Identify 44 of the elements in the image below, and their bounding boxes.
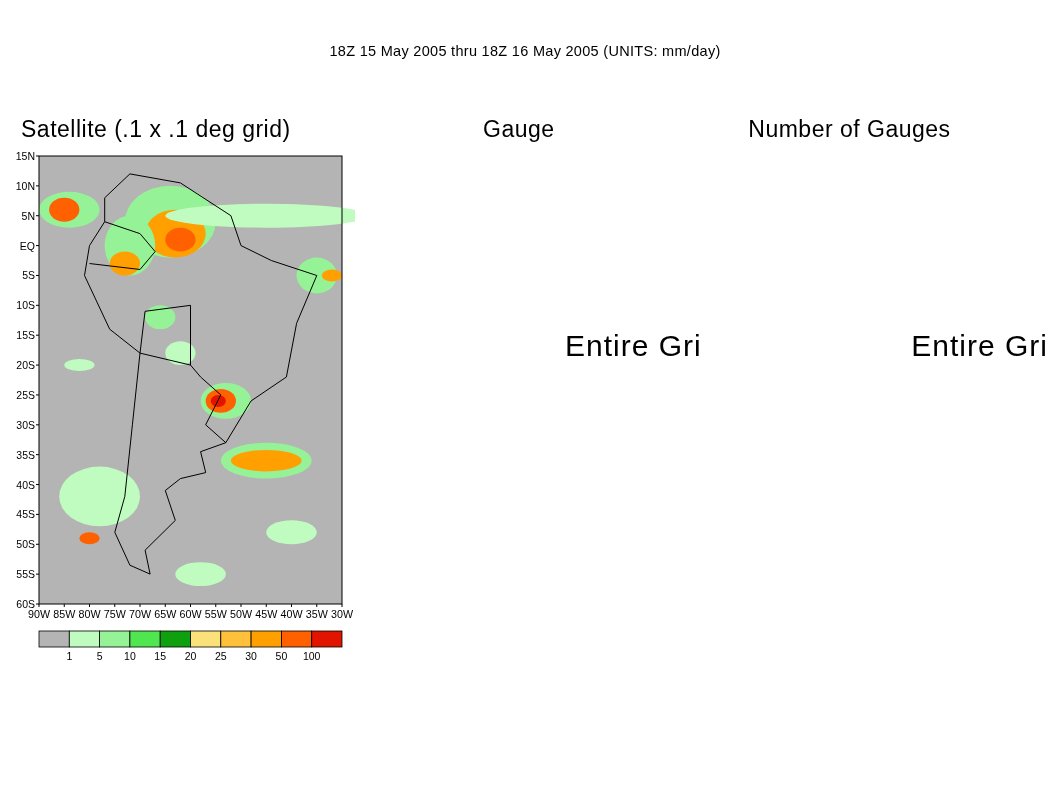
axis-label: 70W (129, 609, 150, 620)
axis-label: 20S (16, 359, 35, 372)
panel-title: Satellite (.1 x .1 deg grid) (20, 115, 292, 144)
axis-label: 10S (16, 299, 35, 312)
axis-label: 30S (16, 418, 35, 431)
axis-label: 55S (16, 568, 35, 581)
axis-label: 60W (179, 609, 201, 620)
panel-title: Gauge (483, 115, 555, 144)
axis-label: 60S (16, 598, 35, 610)
plot-title: 18Z 15 May 2005 thru 18Z 16 May 2005 (UNITS: mm/day) (329, 43, 721, 59)
axis-label: 5N (21, 209, 35, 222)
axis-label: 10N (15, 179, 35, 192)
axis-label: 5S (22, 269, 35, 282)
axis-label: 35S (16, 448, 35, 461)
axis-label: 30W (331, 609, 352, 620)
legend-label: 100 (302, 650, 321, 662)
axis-label: 40W (280, 609, 302, 620)
no-data-message: Entire Gri (565, 329, 702, 363)
legend-label: 50 (275, 650, 288, 662)
legend-label: 25 (214, 650, 227, 662)
legend-label: 5 (96, 650, 103, 662)
legend-label: 10 (124, 650, 136, 662)
axis-label: 45W (255, 609, 276, 620)
axis-label: 75W (103, 609, 125, 620)
panel-title: Number of Gauges (748, 115, 951, 144)
axis-label: 40S (16, 478, 35, 491)
legend-label: 30 (245, 650, 257, 662)
axis-label: EQ (19, 239, 35, 252)
axis-label: 80W (78, 609, 100, 620)
axis-label: 50S (16, 538, 35, 551)
axis-label: 25S (16, 388, 35, 401)
axis-label: 45S (16, 508, 35, 521)
axis-label: 90W (28, 609, 49, 620)
axis-label: 15S (16, 329, 35, 342)
axis-label: 35W (305, 609, 327, 620)
axis-label: 50W (230, 609, 251, 620)
axis-label: 15N (15, 150, 35, 162)
legend-label: 15 (154, 650, 167, 662)
no-data-message: Entire Gri (911, 329, 1048, 363)
legend-label: 1 (66, 650, 73, 662)
legend-label: 20 (184, 650, 197, 662)
axis-label: 55W (204, 609, 226, 620)
axis-label: 85W (53, 609, 74, 620)
axis-label: 65W (154, 609, 175, 620)
